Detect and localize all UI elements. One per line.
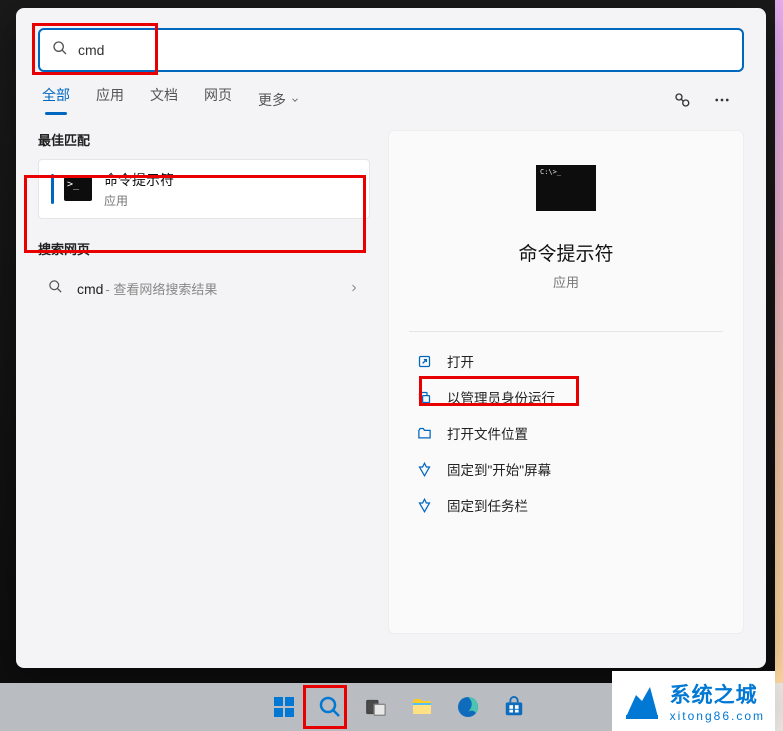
pin-icon <box>415 460 433 478</box>
watermark-url: xitong86.com <box>670 709 765 723</box>
best-match-result[interactable]: >_ 命令提示符 应用 <box>38 159 370 219</box>
search-bar[interactable] <box>38 28 744 72</box>
admin-icon <box>415 388 433 406</box>
task-view-button[interactable] <box>356 687 396 727</box>
filter-row: 全部 应用 文档 网页 更多 <box>16 72 766 116</box>
search-web-header: 搜索网页 <box>38 239 370 258</box>
filter-tab-more[interactable]: 更多 <box>258 90 300 110</box>
file-explorer-button[interactable] <box>402 687 442 727</box>
search-input[interactable] <box>78 42 730 58</box>
web-suffix: - 查看网络搜索结果 <box>105 279 217 298</box>
filter-tab-all[interactable]: 全部 <box>42 85 70 115</box>
open-icon <box>415 352 433 370</box>
filter-tab-docs[interactable]: 文档 <box>150 85 178 115</box>
action-pin-taskbar[interactable]: 固定到任务栏 <box>409 488 723 522</box>
search-icon <box>52 40 68 61</box>
filter-tab-apps[interactable]: 应用 <box>96 85 124 115</box>
cmd-app-icon: >_ <box>64 177 92 201</box>
web-search-result[interactable]: cmd - 查看网络搜索结果 <box>38 268 370 309</box>
best-match-header: 最佳匹配 <box>38 130 370 149</box>
folder-icon <box>415 424 433 442</box>
web-term: cmd <box>77 281 103 297</box>
watermark-logo-icon <box>622 681 662 721</box>
action-pin-start[interactable]: 固定到"开始"屏幕 <box>409 452 723 486</box>
store-button[interactable] <box>494 687 534 727</box>
search-icon <box>48 279 63 298</box>
action-open-location[interactable]: 打开文件位置 <box>409 416 723 450</box>
result-subtitle: 应用 <box>104 192 174 209</box>
action-run-admin[interactable]: 以管理员身份运行 <box>409 380 723 414</box>
filter-tab-web[interactable]: 网页 <box>204 85 232 115</box>
divider <box>409 331 723 332</box>
desktop-wallpaper-edge <box>775 0 783 731</box>
pin-icon <box>415 496 433 514</box>
selected-indicator <box>51 174 54 204</box>
more-options-icon[interactable] <box>704 82 740 118</box>
result-title: 命令提示符 <box>104 170 174 190</box>
watermark: 系统之城 xitong86.com <box>612 671 775 731</box>
search-panel: 全部 应用 文档 网页 更多 最佳匹配 >_ 命令提示符 应用 <box>16 8 766 668</box>
connect-account-icon[interactable] <box>664 82 700 118</box>
preview-subtitle: 应用 <box>553 272 579 291</box>
edge-button[interactable] <box>448 687 488 727</box>
action-open[interactable]: 打开 <box>409 344 723 378</box>
search-button[interactable] <box>310 687 350 727</box>
chevron-down-icon <box>290 92 300 108</box>
preview-title: 命令提示符 <box>518 239 613 266</box>
results-column: 最佳匹配 >_ 命令提示符 应用 搜索网页 cmd - 查看网络搜索结果 <box>38 130 370 634</box>
start-button[interactable] <box>264 687 304 727</box>
preview-app-icon: C:\>_ <box>536 165 596 211</box>
chevron-right-icon <box>348 281 360 297</box>
preview-pane: C:\>_ 命令提示符 应用 打开 以管理员身份运行 打开文件位置 <box>388 130 744 634</box>
watermark-title: 系统之城 <box>670 679 765 709</box>
